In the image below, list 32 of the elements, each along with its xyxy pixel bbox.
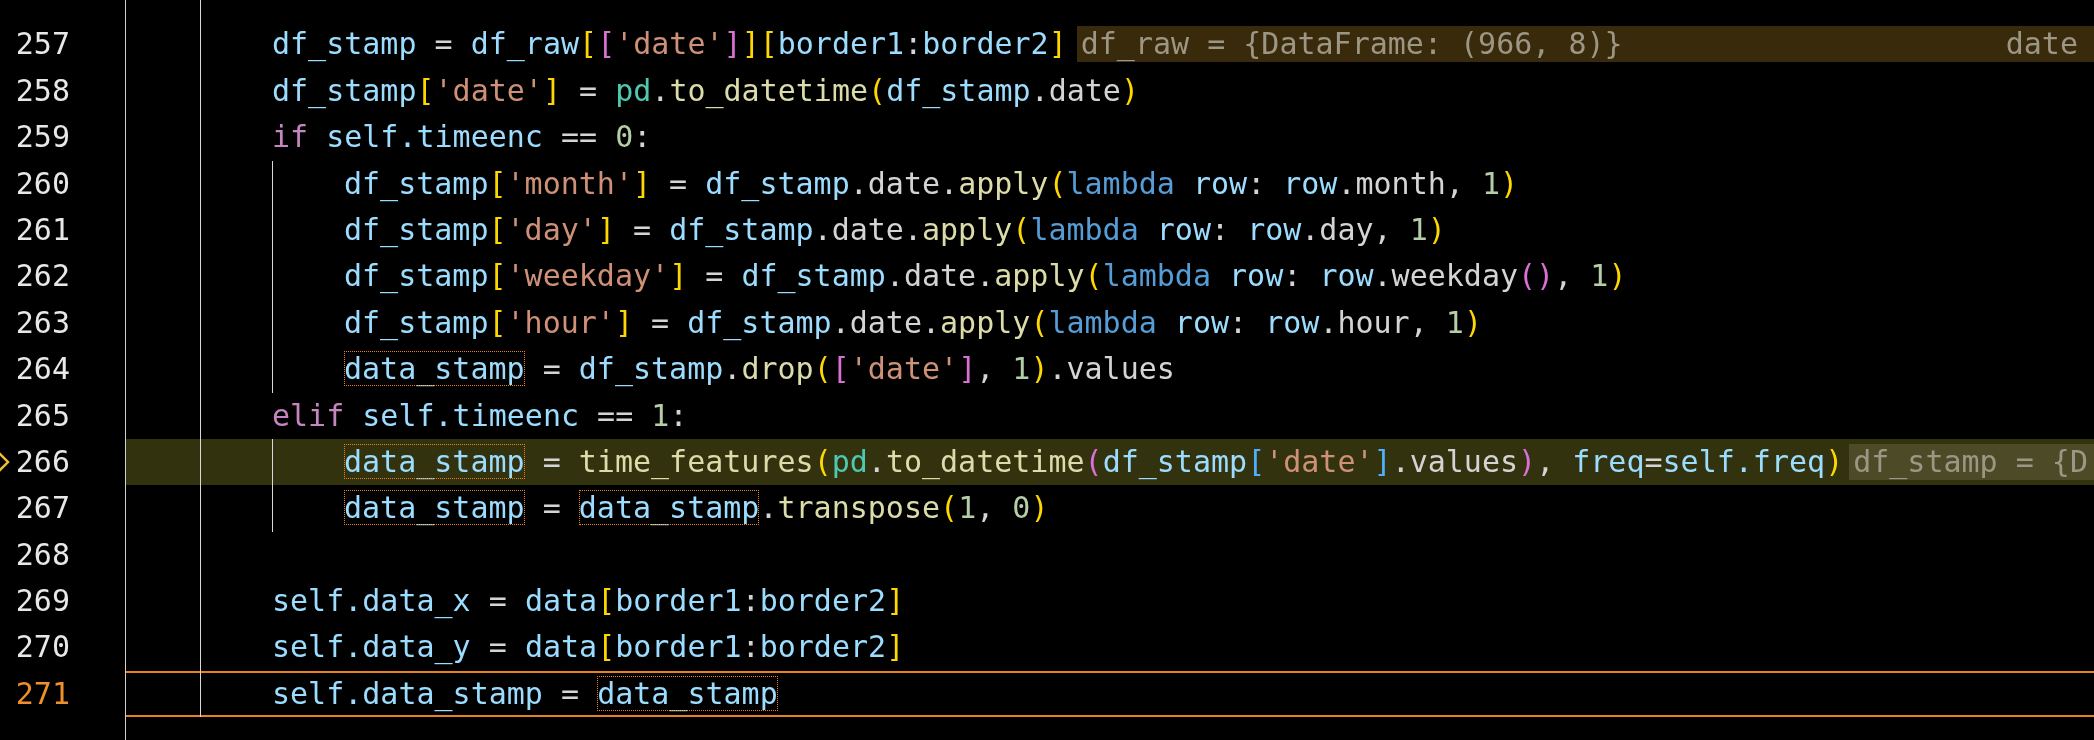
line-number: 266 <box>15 443 70 479</box>
code-line: data_stamp = data_stamp.transpose(1, 0) <box>344 489 1049 528</box>
line-number: 258 <box>15 72 70 108</box>
line-number: 267 <box>15 490 70 526</box>
code-line: self.data_y = data[border1:border2] <box>272 628 905 667</box>
code-line: df_stamp['weekday'] = df_stamp.date.apply(lambda row: row.weekday(), 1) <box>344 257 1627 296</box>
code-line: data_stamp = df_stamp.drop(['date'], 1).values <box>344 350 1175 389</box>
hint-text: df_raw = {DataFrame: (966, 8)} <box>1080 26 1623 63</box>
line-number: 261 <box>15 211 70 247</box>
line-number: 259 <box>15 119 70 155</box>
line-number: 263 <box>15 304 70 340</box>
code-line: df_stamp['day'] = df_stamp.date.apply(lambda row: row.day, 1) <box>344 210 1446 250</box>
line-number: 269 <box>15 583 70 619</box>
code-line: self.data_stamp = data_stamp <box>272 674 778 714</box>
line-number: 260 <box>15 165 70 201</box>
line-number: 268 <box>15 536 70 572</box>
line-number: 265 <box>15 397 70 433</box>
line-number: 262 <box>15 258 70 294</box>
hint-column-label: date <box>2005 26 2078 63</box>
code-line: df_stamp['date'] = pd.to_datetime(df_stamp.date) <box>272 71 1139 111</box>
line-number: 257 <box>15 26 70 62</box>
code-line: if self.timeenc == 0: <box>272 118 652 157</box>
code-line: self.data_x = data[border1:border2] <box>272 582 905 621</box>
code-line: df_stamp = df_raw[['date']][border1:border2] <box>272 25 1067 64</box>
code-line: data_stamp = time_features(pd.to_datetime(df_stamp['date'].values), freq=self.freq) <box>344 442 1844 482</box>
line-number: 270 <box>15 629 70 665</box>
code-line: df_stamp['month'] = df_stamp.date.apply(lambda row: row.month, 1) <box>344 164 1519 204</box>
code-line: df_stamp['hour'] = df_stamp.date.apply(lambda row: row.hour, 1) <box>344 303 1482 343</box>
line-number: 271 <box>15 675 70 711</box>
line-number: 264 <box>15 351 70 387</box>
hint-text: df_stamp = {D <box>1853 443 2088 480</box>
code-line: elif self.timeenc == 1: <box>272 396 688 435</box>
